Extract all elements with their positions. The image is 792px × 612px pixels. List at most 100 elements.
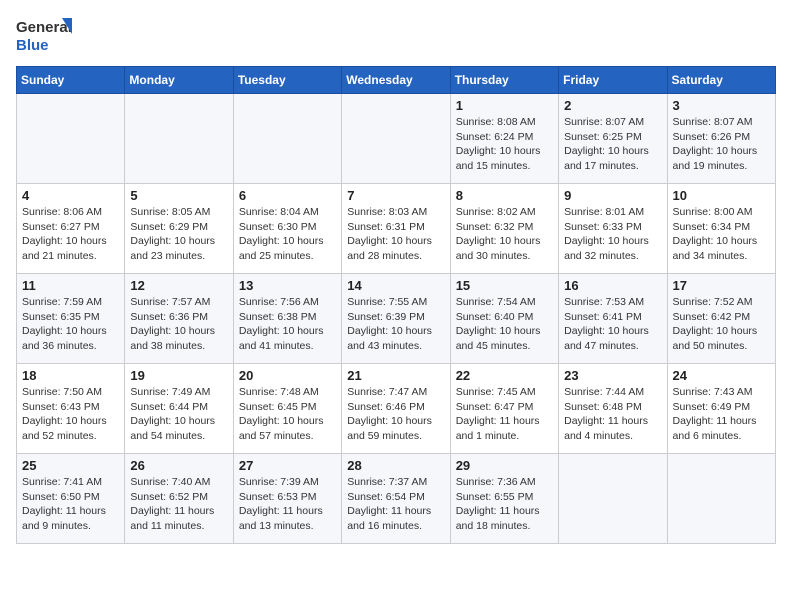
week-row-3: 11 Sunrise: 7:59 AM Sunset: 6:35 PM Dayli…	[17, 274, 776, 364]
day-number: 20	[239, 368, 336, 383]
day-content: Sunrise: 8:02 AM Sunset: 6:32 PM Dayligh…	[456, 205, 553, 264]
day-content: Sunrise: 7:52 AM Sunset: 6:42 PM Dayligh…	[673, 295, 770, 354]
calendar-cell: 23 Sunrise: 7:44 AM Sunset: 6:48 PM Dayli…	[559, 364, 667, 454]
dow-header-sunday: Sunday	[17, 67, 125, 94]
day-number: 9	[564, 188, 661, 203]
calendar-cell: 2 Sunrise: 8:07 AM Sunset: 6:25 PM Daylig…	[559, 94, 667, 184]
calendar-cell	[342, 94, 450, 184]
day-number: 17	[673, 278, 770, 293]
day-content: Sunrise: 8:01 AM Sunset: 6:33 PM Dayligh…	[564, 205, 661, 264]
day-content: Sunrise: 7:55 AM Sunset: 6:39 PM Dayligh…	[347, 295, 444, 354]
day-number: 16	[564, 278, 661, 293]
day-content: Sunrise: 8:07 AM Sunset: 6:25 PM Dayligh…	[564, 115, 661, 174]
day-content: Sunrise: 8:03 AM Sunset: 6:31 PM Dayligh…	[347, 205, 444, 264]
day-content: Sunrise: 7:36 AM Sunset: 6:55 PM Dayligh…	[456, 475, 553, 534]
calendar-cell	[125, 94, 233, 184]
day-number: 29	[456, 458, 553, 473]
dow-header-friday: Friday	[559, 67, 667, 94]
day-content: Sunrise: 8:04 AM Sunset: 6:30 PM Dayligh…	[239, 205, 336, 264]
calendar-cell: 17 Sunrise: 7:52 AM Sunset: 6:42 PM Dayli…	[667, 274, 775, 364]
day-content: Sunrise: 7:49 AM Sunset: 6:44 PM Dayligh…	[130, 385, 227, 444]
calendar-cell: 13 Sunrise: 7:56 AM Sunset: 6:38 PM Dayli…	[233, 274, 341, 364]
day-number: 1	[456, 98, 553, 113]
calendar-body: 1 Sunrise: 8:08 AM Sunset: 6:24 PM Daylig…	[17, 94, 776, 544]
calendar-cell: 15 Sunrise: 7:54 AM Sunset: 6:40 PM Dayli…	[450, 274, 558, 364]
calendar-cell: 16 Sunrise: 7:53 AM Sunset: 6:41 PM Dayli…	[559, 274, 667, 364]
dow-header-monday: Monday	[125, 67, 233, 94]
day-content: Sunrise: 7:48 AM Sunset: 6:45 PM Dayligh…	[239, 385, 336, 444]
calendar-cell	[17, 94, 125, 184]
calendar-cell: 26Sunrise: 7:40 AM Sunset: 6:52 PM Dayli…	[125, 454, 233, 544]
week-row-2: 4 Sunrise: 8:06 AM Sunset: 6:27 PM Daylig…	[17, 184, 776, 274]
calendar-cell	[667, 454, 775, 544]
week-row-1: 1 Sunrise: 8:08 AM Sunset: 6:24 PM Daylig…	[17, 94, 776, 184]
day-number: 13	[239, 278, 336, 293]
day-number: 4	[22, 188, 119, 203]
day-content: Sunrise: 7:56 AM Sunset: 6:38 PM Dayligh…	[239, 295, 336, 354]
calendar-cell: 22Sunrise: 7:45 AM Sunset: 6:47 PM Dayli…	[450, 364, 558, 454]
day-number: 28	[347, 458, 444, 473]
calendar-cell: 1 Sunrise: 8:08 AM Sunset: 6:24 PM Daylig…	[450, 94, 558, 184]
calendar-cell: 24 Sunrise: 7:43 AM Sunset: 6:49 PM Dayli…	[667, 364, 775, 454]
svg-text:General: General	[16, 19, 72, 36]
dow-header-saturday: Saturday	[667, 67, 775, 94]
day-number: 7	[347, 188, 444, 203]
day-number: 12	[130, 278, 227, 293]
day-content: Sunrise: 7:53 AM Sunset: 6:41 PM Dayligh…	[564, 295, 661, 354]
day-number: 19	[130, 368, 227, 383]
day-content: Sunrise: 8:00 AM Sunset: 6:34 PM Dayligh…	[673, 205, 770, 264]
calendar-cell: 7 Sunrise: 8:03 AM Sunset: 6:31 PM Daylig…	[342, 184, 450, 274]
day-number: 18	[22, 368, 119, 383]
calendar-cell: 4 Sunrise: 8:06 AM Sunset: 6:27 PM Daylig…	[17, 184, 125, 274]
day-content: Sunrise: 7:40 AM Sunset: 6:52 PM Dayligh…	[130, 475, 227, 534]
day-content: Sunrise: 7:43 AM Sunset: 6:49 PM Dayligh…	[673, 385, 770, 444]
week-row-5: 25 Sunrise: 7:41 AM Sunset: 6:50 PM Dayli…	[17, 454, 776, 544]
day-number: 6	[239, 188, 336, 203]
day-content: Sunrise: 7:54 AM Sunset: 6:40 PM Dayligh…	[456, 295, 553, 354]
day-number: 27	[239, 458, 336, 473]
calendar-cell: 11 Sunrise: 7:59 AM Sunset: 6:35 PM Dayli…	[17, 274, 125, 364]
day-content: Sunrise: 8:05 AM Sunset: 6:29 PM Dayligh…	[130, 205, 227, 264]
day-content: Sunrise: 8:08 AM Sunset: 6:24 PM Dayligh…	[456, 115, 553, 174]
day-number: 23	[564, 368, 661, 383]
day-number: 14	[347, 278, 444, 293]
day-number: 24	[673, 368, 770, 383]
calendar-cell: 25 Sunrise: 7:41 AM Sunset: 6:50 PM Dayli…	[17, 454, 125, 544]
day-content: Sunrise: 8:07 AM Sunset: 6:26 PM Dayligh…	[673, 115, 770, 174]
week-row-4: 18Sunrise: 7:50 AM Sunset: 6:43 PM Dayli…	[17, 364, 776, 454]
calendar-cell: 18Sunrise: 7:50 AM Sunset: 6:43 PM Dayli…	[17, 364, 125, 454]
calendar-cell: 12 Sunrise: 7:57 AM Sunset: 6:36 PM Dayli…	[125, 274, 233, 364]
day-number: 25	[22, 458, 119, 473]
day-content: Sunrise: 7:41 AM Sunset: 6:50 PM Dayligh…	[22, 475, 119, 534]
day-number: 5	[130, 188, 227, 203]
day-content: Sunrise: 7:44 AM Sunset: 6:48 PM Dayligh…	[564, 385, 661, 444]
calendar-cell	[559, 454, 667, 544]
page-header: GeneralBlue	[16, 16, 776, 54]
logo-svg: GeneralBlue	[16, 16, 76, 54]
day-content: Sunrise: 7:57 AM Sunset: 6:36 PM Dayligh…	[130, 295, 227, 354]
dow-header-thursday: Thursday	[450, 67, 558, 94]
svg-text:Blue: Blue	[16, 37, 49, 54]
calendar-cell: 8 Sunrise: 8:02 AM Sunset: 6:32 PM Daylig…	[450, 184, 558, 274]
calendar-cell: 5 Sunrise: 8:05 AM Sunset: 6:29 PM Daylig…	[125, 184, 233, 274]
calendar-cell: 21Sunrise: 7:47 AM Sunset: 6:46 PM Dayli…	[342, 364, 450, 454]
day-content: Sunrise: 8:06 AM Sunset: 6:27 PM Dayligh…	[22, 205, 119, 264]
calendar-cell: 27Sunrise: 7:39 AM Sunset: 6:53 PM Dayli…	[233, 454, 341, 544]
calendar-cell: 10 Sunrise: 8:00 AM Sunset: 6:34 PM Dayli…	[667, 184, 775, 274]
day-content: Sunrise: 7:59 AM Sunset: 6:35 PM Dayligh…	[22, 295, 119, 354]
calendar-cell: 3 Sunrise: 8:07 AM Sunset: 6:26 PM Daylig…	[667, 94, 775, 184]
calendar-cell: 6 Sunrise: 8:04 AM Sunset: 6:30 PM Daylig…	[233, 184, 341, 274]
day-number: 11	[22, 278, 119, 293]
day-content: Sunrise: 7:45 AM Sunset: 6:47 PM Dayligh…	[456, 385, 553, 444]
calendar-cell: 19 Sunrise: 7:49 AM Sunset: 6:44 PM Dayli…	[125, 364, 233, 454]
day-content: Sunrise: 7:37 AM Sunset: 6:54 PM Dayligh…	[347, 475, 444, 534]
day-number: 15	[456, 278, 553, 293]
logo: GeneralBlue	[16, 16, 76, 54]
day-number: 10	[673, 188, 770, 203]
day-number: 2	[564, 98, 661, 113]
day-number: 3	[673, 98, 770, 113]
calendar-cell: 29 Sunrise: 7:36 AM Sunset: 6:55 PM Dayli…	[450, 454, 558, 544]
day-number: 21	[347, 368, 444, 383]
calendar-cell: 14 Sunrise: 7:55 AM Sunset: 6:39 PM Dayli…	[342, 274, 450, 364]
day-number: 8	[456, 188, 553, 203]
